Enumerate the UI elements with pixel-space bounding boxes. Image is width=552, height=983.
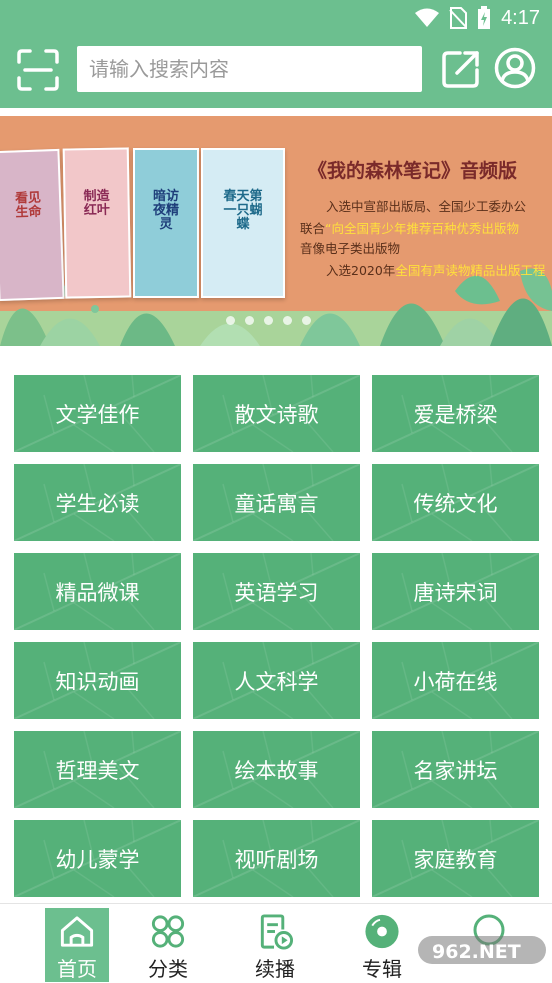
category-tile[interactable]: 童话寓言: [193, 464, 360, 541]
clock-text: 4:17: [501, 6, 540, 29]
carousel-dot[interactable]: [302, 316, 311, 325]
category-label: 精品微课: [55, 580, 140, 605]
category-tile[interactable]: 散文诗歌: [193, 375, 360, 452]
category-tile[interactable]: 爱是桥梁: [372, 375, 539, 452]
category-tile[interactable]: 文学佳作: [14, 375, 181, 452]
grid-icon: [151, 915, 185, 948]
top-bar: 4:17: [0, 0, 552, 108]
banner-line-highlight: 全国有声读物精品出版工程: [395, 263, 546, 278]
nav-label: 首页: [57, 957, 97, 981]
category-label: 学生必读: [55, 491, 140, 516]
nav-label: 专辑: [362, 957, 402, 981]
book-title: 制造红叶: [83, 188, 110, 219]
banner-line-text: 入选2020年: [326, 263, 396, 278]
banner-line-text: 入选中宣部出版局、全国少工委办公: [326, 199, 527, 214]
user-icon[interactable]: [494, 46, 536, 90]
banner-line-text: 联合: [300, 221, 326, 236]
category-label: 散文诗歌: [234, 402, 319, 427]
promo-banner[interactable]: 看见生命 制造红叶 暗访夜精灵 春天第一只蝴蝶 《我的森林笔记》音频版 入选中宣…: [0, 116, 552, 346]
category-tile[interactable]: 幼儿蒙学: [14, 820, 181, 897]
nav-label: 续播: [255, 957, 295, 981]
carousel-dot[interactable]: [264, 316, 273, 325]
category-label: 文学佳作: [55, 402, 140, 427]
category-tile[interactable]: 小荷在线: [372, 642, 539, 719]
continue-play-icon: [260, 914, 294, 950]
book-cover-2: 制造红叶: [62, 147, 132, 299]
status-bar: 4:17: [415, 6, 540, 30]
category-tile[interactable]: 绘本故事: [193, 731, 360, 808]
book-title: 暗访夜精灵: [152, 189, 179, 232]
category-label: 小荷在线: [413, 669, 498, 694]
book-cover-3: 暗访夜精灵: [133, 148, 199, 298]
category-label: 哲理美文: [55, 758, 140, 783]
category-label: 幼儿蒙学: [55, 847, 140, 872]
category-tile[interactable]: 精品微课: [14, 553, 181, 630]
category-label: 家庭教育: [413, 847, 498, 872]
category-tile[interactable]: 视听剧场: [193, 820, 360, 897]
category-tile[interactable]: 名家讲坛: [372, 731, 539, 808]
category-label: 童话寓言: [234, 491, 319, 516]
category-label: 传统文化: [413, 491, 498, 516]
book-title: 春天第一只蝴蝶: [223, 189, 263, 232]
category-label: 知识动画: [55, 669, 140, 694]
category-label: 人文科学: [234, 669, 319, 694]
nav-continue-play[interactable]: 续播: [243, 908, 307, 982]
carousel-indicator: [226, 316, 311, 325]
search-box[interactable]: [77, 46, 422, 92]
banner-line-4: 入选2020年全国有声读物精品出版工程: [326, 260, 545, 279]
nav-album[interactable]: 专辑: [350, 908, 414, 982]
banner-line-2: 联合“向全国青少年推荐百种优秀出版物: [300, 218, 519, 237]
category-label: 绘本故事: [234, 758, 319, 783]
category-label: 视听剧场: [234, 847, 319, 872]
nav-label: 分类: [148, 957, 188, 981]
home-icon: [60, 916, 94, 947]
category-tile[interactable]: 哲理美文: [14, 731, 181, 808]
nav-home[interactable]: 首页: [45, 908, 109, 982]
banner-title: 《我的森林笔记》音频版: [308, 160, 518, 182]
category-label: 唐诗宋词: [413, 580, 498, 605]
category-label: 爱是桥梁: [413, 402, 498, 427]
book-cover-1: 看见生命: [0, 148, 65, 302]
nav-category[interactable]: 分类: [136, 908, 200, 982]
category-tile[interactable]: 唐诗宋词: [372, 553, 539, 630]
book-title: 看见生命: [14, 190, 42, 221]
category-tile[interactable]: 英语学习: [193, 553, 360, 630]
banner-line-3: 音像电子类出版物: [300, 238, 400, 257]
book-cover-4: 春天第一只蝴蝶: [201, 148, 285, 298]
svg-text:962.NET: 962.NET: [432, 941, 521, 963]
no-sim-icon: [449, 7, 468, 29]
banner-line-text: 音像电子类出版物: [300, 241, 401, 256]
watermark-logo: 962.NET 乐游网: [418, 936, 546, 980]
svg-text:乐游网: 乐游网: [478, 966, 517, 980]
category-tile[interactable]: 人文科学: [193, 642, 360, 719]
category-tile[interactable]: 家庭教育: [372, 820, 539, 897]
scan-icon[interactable]: [16, 48, 60, 92]
category-tile[interactable]: 学生必读: [14, 464, 181, 541]
carousel-dot[interactable]: [226, 316, 235, 325]
banner-line-1: 入选中宣部出版局、全国少工委办公: [326, 196, 526, 215]
album-icon: [365, 914, 399, 949]
category-label: 英语学习: [234, 580, 319, 605]
category-tile[interactable]: 知识动画: [14, 642, 181, 719]
battery-charging-icon: [478, 6, 491, 29]
category-tile[interactable]: 传统文化: [372, 464, 539, 541]
category-label: 名家讲坛: [413, 758, 498, 783]
search-input[interactable]: [89, 57, 422, 81]
wifi-icon: [415, 8, 440, 27]
carousel-dot[interactable]: [283, 316, 292, 325]
carousel-dot[interactable]: [245, 316, 254, 325]
share-icon[interactable]: [440, 48, 482, 90]
banner-line-highlight: “向全国青少年推荐百种优秀出版物: [325, 221, 519, 236]
